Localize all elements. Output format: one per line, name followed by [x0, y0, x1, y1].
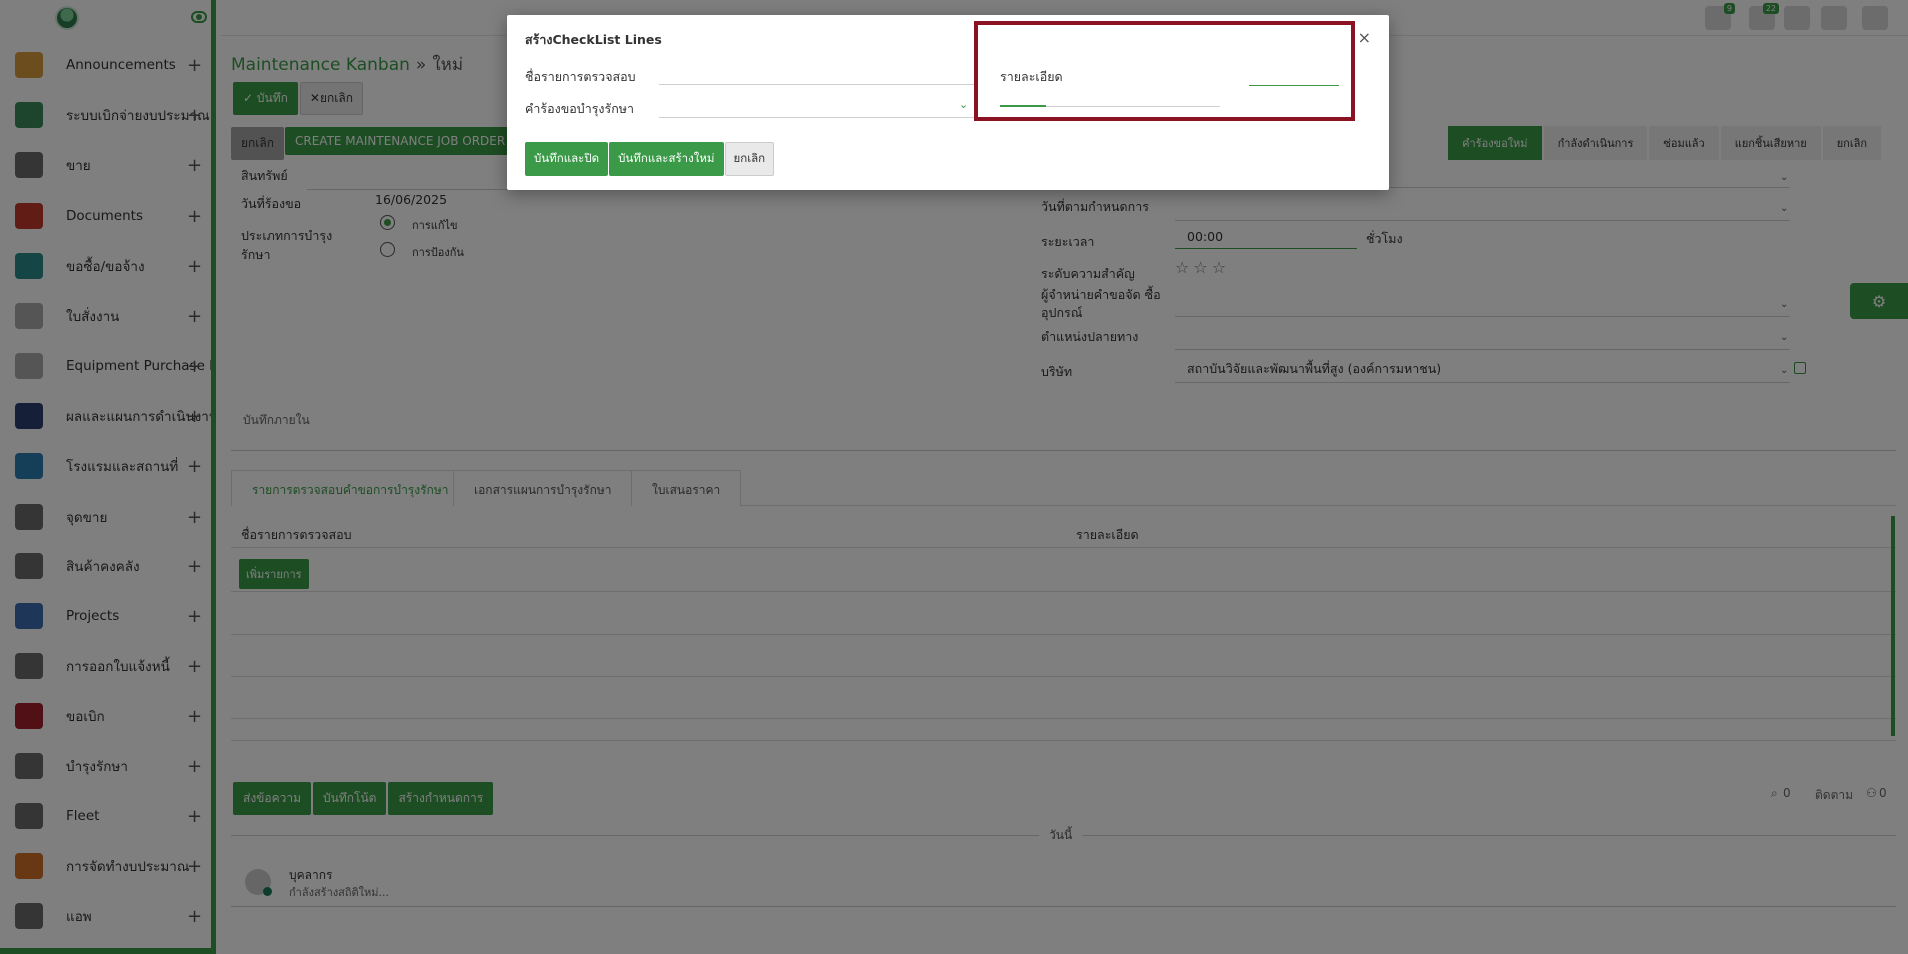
close-icon[interactable]: ×: [1358, 28, 1371, 47]
save-close-button[interactable]: บันทึกและปิด: [525, 142, 609, 176]
save-new-button[interactable]: บันทึกและสร้างใหม่: [609, 142, 724, 176]
maintenance-request-select[interactable]: [659, 96, 975, 118]
highlight-box: [974, 21, 1355, 121]
checklist-name-input[interactable]: [659, 63, 975, 85]
checklist-name-label: ชื่อรายการตรวจสอบ: [525, 69, 636, 84]
dialog-title: สร้างCheckList Lines: [525, 32, 662, 47]
chevron-down-icon[interactable]: ⌄: [959, 98, 968, 111]
maintenance-request-label: คำร้องขอบำรุงรักษา: [525, 101, 635, 116]
dialog-footer: บันทึกและปิด บันทึกและสร้างใหม่ ยกเลิก: [525, 142, 775, 176]
cancel-button[interactable]: ยกเลิก: [724, 142, 775, 176]
